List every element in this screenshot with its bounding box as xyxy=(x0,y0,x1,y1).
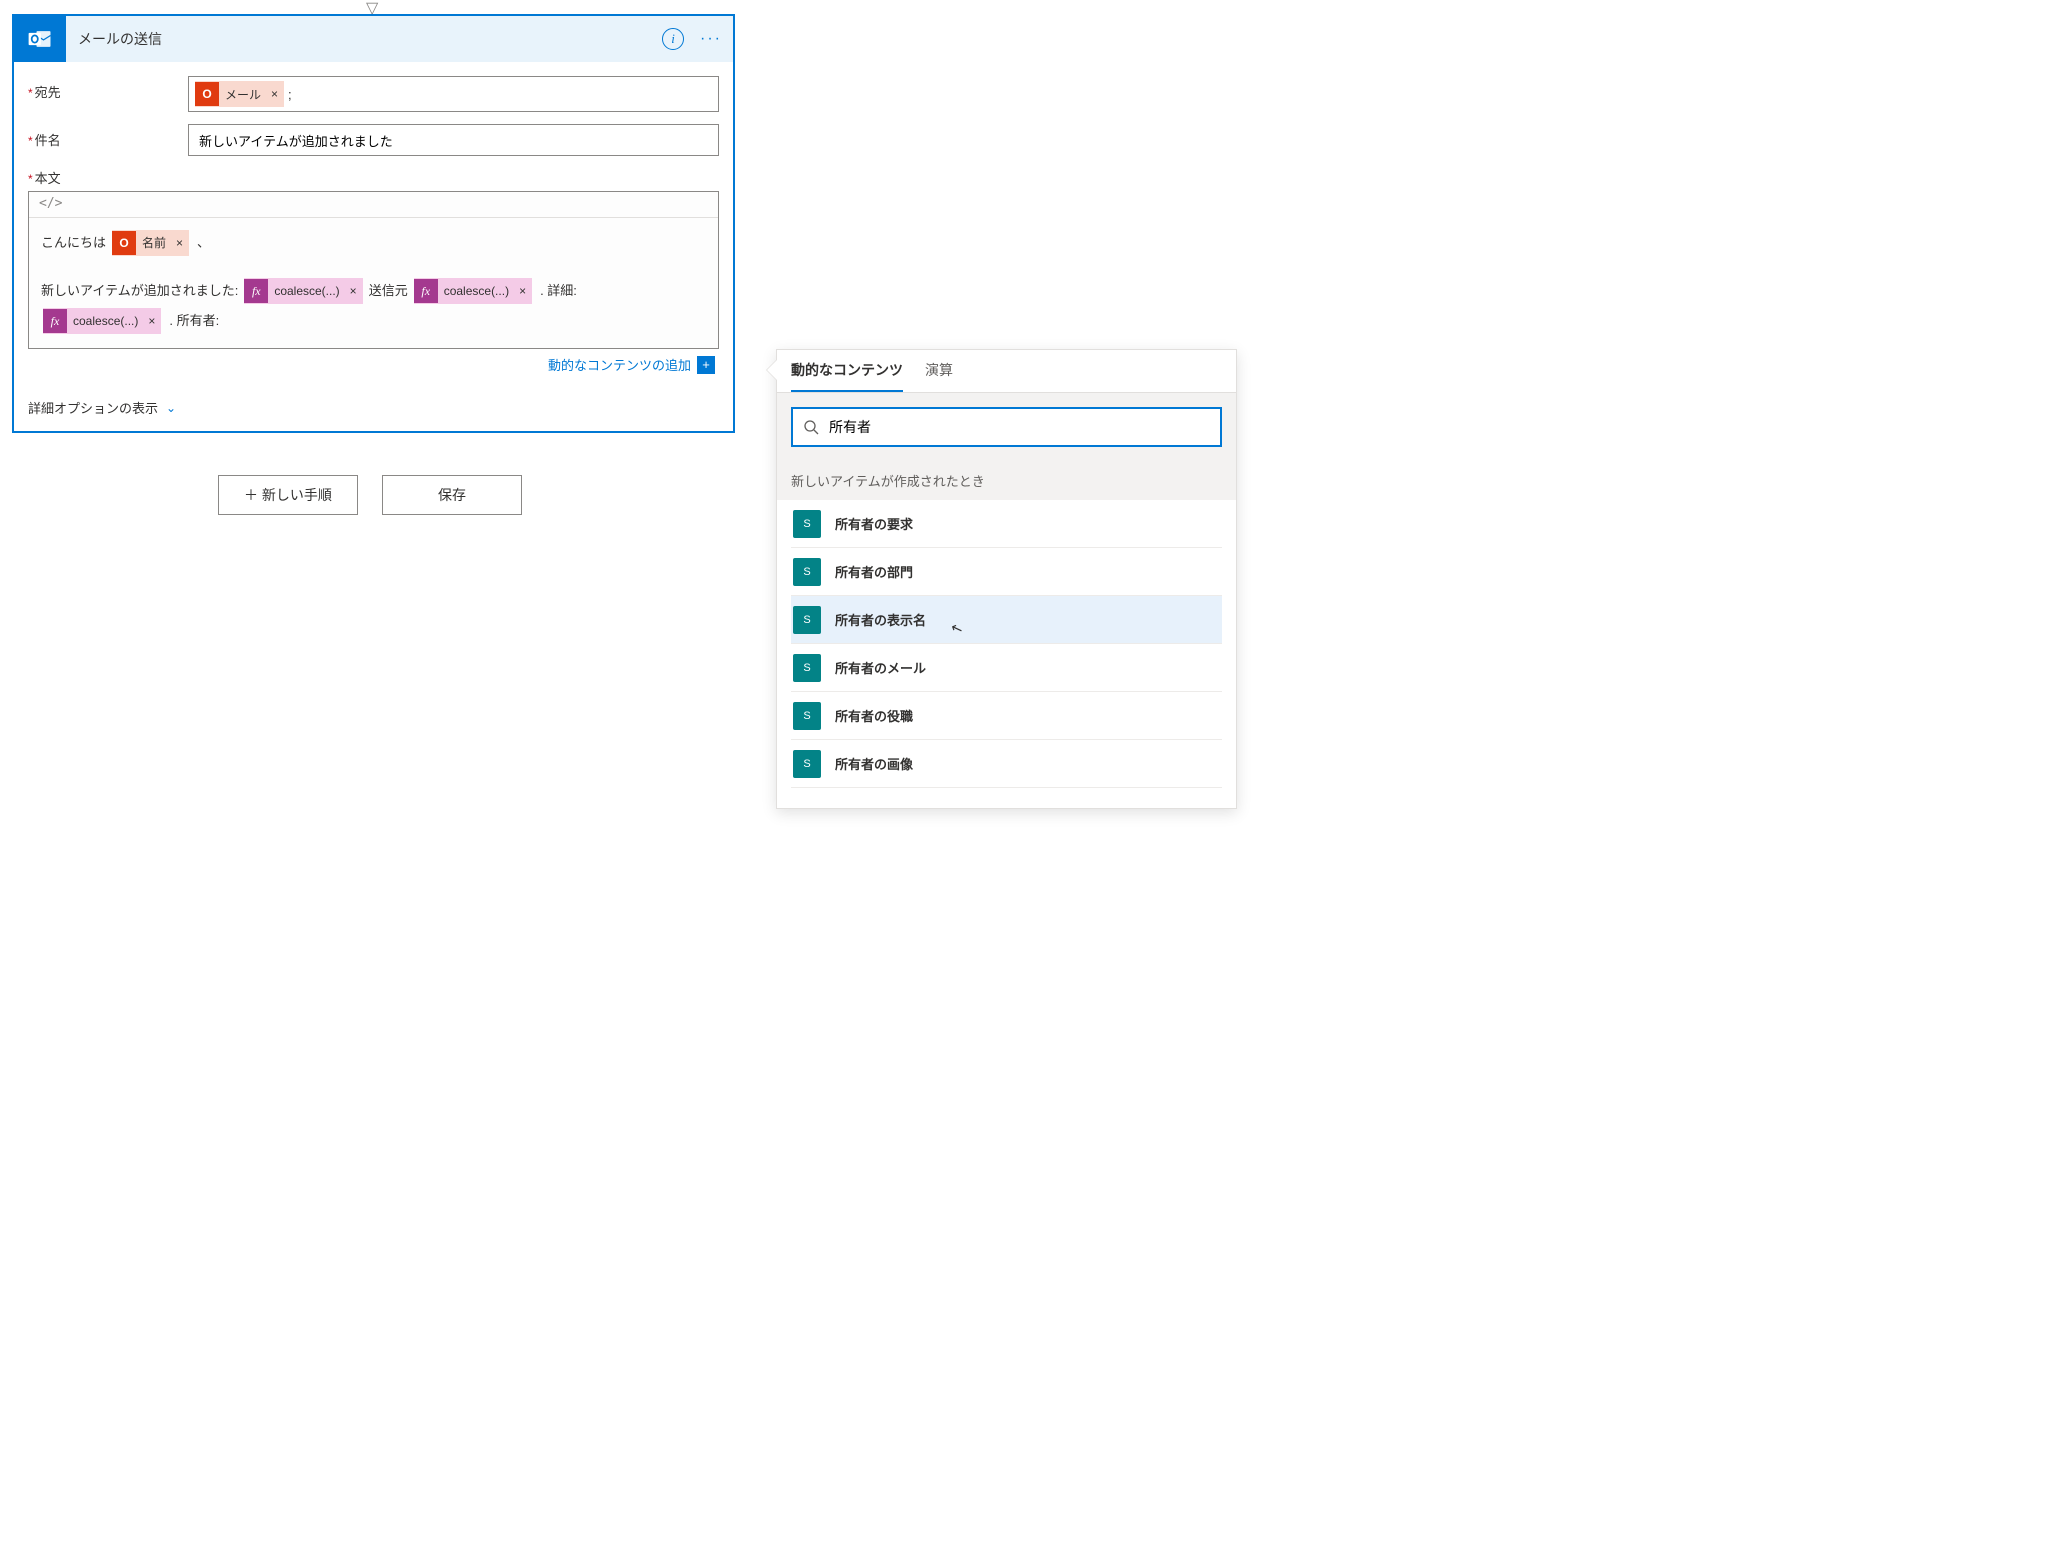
cursor-icon: ↖ xyxy=(948,619,965,639)
picker-item-label: 所有者の表示名 xyxy=(835,610,926,629)
sharepoint-icon: S xyxy=(793,606,821,634)
token-remove-icon[interactable]: × xyxy=(519,279,526,303)
subject-input[interactable] xyxy=(193,127,714,153)
show-advanced-label: 詳細オプションの表示 xyxy=(28,398,158,417)
body-token-name[interactable]: O 名前 × xyxy=(112,230,189,256)
picker-item-label: 所有者の部門 xyxy=(835,562,913,581)
picker-items: S所有者の要求S所有者の部門S所有者の表示名↖S所有者のメールS所有者の役職S所… xyxy=(777,500,1236,808)
picker-item-label: 所有者の役職 xyxy=(835,706,913,725)
tab-dynamic-content[interactable]: 動的なコンテンツ xyxy=(791,360,903,392)
token-remove-icon[interactable]: × xyxy=(271,87,278,101)
body-label: *本文 xyxy=(28,168,719,187)
to-separator: ; xyxy=(288,87,292,102)
fx-icon: fx xyxy=(244,279,268,303)
search-icon xyxy=(803,419,819,435)
action-title: メールの送信 xyxy=(66,29,657,49)
tab-expression[interactable]: 演算 xyxy=(925,360,953,392)
body-token-fx1[interactable]: fx coalesce(...) × xyxy=(244,278,362,304)
info-icon: i xyxy=(662,28,684,50)
picker-search-input[interactable] xyxy=(829,419,1210,435)
sharepoint-icon: S xyxy=(793,510,821,538)
subject-label: *件名 xyxy=(28,124,188,149)
sharepoint-icon: S xyxy=(793,654,821,682)
dynamic-content-picker: 動的なコンテンツ 演算 新しいアイテムが作成されたとき S 所有者の要求 S 所有者の… xyxy=(776,349,1237,809)
body-text: こんにちは xyxy=(41,230,106,256)
office-icon: O xyxy=(195,82,219,106)
body-text: 新しいアイテムが追加されました: xyxy=(41,278,238,304)
picker-item[interactable]: S 所有者の表示名 ↖ xyxy=(791,596,1222,644)
sharepoint-icon: S xyxy=(793,702,821,730)
to-field[interactable]: O メール × ; xyxy=(188,76,719,112)
picker-item-label: 所有者の画像 xyxy=(835,754,913,773)
picker-item[interactable]: S 所有者の部門 xyxy=(791,548,1222,596)
to-label: *宛先 xyxy=(28,76,188,101)
callout-pointer-icon xyxy=(767,360,777,380)
action-card-send-mail: メールの送信 i ··· *宛先 O メール × ; *件名 *本文 xyxy=(12,14,735,433)
outlook-icon xyxy=(14,16,66,62)
picker-tabs: 動的なコンテンツ 演算 xyxy=(777,350,1236,393)
chevron-down-icon: ⌄ xyxy=(166,401,176,415)
token-remove-icon[interactable]: × xyxy=(350,279,357,303)
fx-icon: fx xyxy=(43,309,67,333)
picker-section-header: 新しいアイテムが作成されたとき xyxy=(777,461,1236,500)
body-text: . 詳細: xyxy=(540,278,577,304)
body-text: 送信元 xyxy=(369,278,408,304)
body-token-fx3[interactable]: fx coalesce(...) × xyxy=(43,308,161,334)
body-token-fx2[interactable]: fx coalesce(...) × xyxy=(414,278,532,304)
picker-item[interactable]: S 所有者の役職 xyxy=(791,692,1222,740)
picker-item-label: 所有者の要求 xyxy=(835,514,913,533)
add-dynamic-content-label: 動的なコンテンツの追加 xyxy=(548,355,691,374)
body-text: 、 xyxy=(197,230,210,256)
add-dynamic-content-link[interactable]: 動的なコンテンツの追加 + xyxy=(548,355,715,374)
to-token-mail[interactable]: O メール × xyxy=(195,81,284,107)
show-advanced-options[interactable]: 詳細オプションの表示 ⌄ xyxy=(14,388,733,431)
token-label: coalesce(...) xyxy=(272,279,345,303)
token-label: coalesce(...) xyxy=(71,309,144,333)
body-editor[interactable]: </> こんにちは O 名前 × 、 新しいアイテムが追加されました: xyxy=(28,191,719,349)
flow-footer: ＋ 新しい手順 保存 xyxy=(218,475,522,515)
body-text: . 所有者: xyxy=(169,308,219,334)
token-label: 名前 xyxy=(140,231,172,255)
action-card-header[interactable]: メールの送信 i ··· xyxy=(14,16,733,62)
editor-toolbar[interactable]: </> xyxy=(29,192,718,218)
new-step-button[interactable]: ＋ 新しい手順 xyxy=(218,475,358,515)
save-button[interactable]: 保存 xyxy=(382,475,522,515)
info-button[interactable]: i xyxy=(657,23,689,55)
action-menu-button[interactable]: ··· xyxy=(695,23,727,55)
sharepoint-icon: S xyxy=(793,558,821,586)
picker-item[interactable]: S 所有者の要求 xyxy=(791,500,1222,548)
picker-item[interactable]: S 所有者のメール xyxy=(791,644,1222,692)
subject-field[interactable] xyxy=(188,124,719,156)
ellipsis-icon: ··· xyxy=(700,30,722,48)
plus-icon: + xyxy=(697,356,715,374)
token-remove-icon[interactable]: × xyxy=(148,309,155,333)
fx-icon: fx xyxy=(414,279,438,303)
picker-item[interactable]: S 所有者の画像 xyxy=(791,740,1222,788)
sharepoint-icon: S xyxy=(793,750,821,778)
body-content[interactable]: こんにちは O 名前 × 、 新しいアイテムが追加されました: fx xyxy=(29,218,718,348)
token-label: メール xyxy=(223,86,267,103)
office-icon: O xyxy=(112,231,136,255)
picker-search[interactable] xyxy=(791,407,1222,447)
token-remove-icon[interactable]: × xyxy=(176,231,183,255)
code-view-icon[interactable]: </> xyxy=(39,196,62,211)
picker-item-label: 所有者のメール xyxy=(835,658,926,677)
token-label: coalesce(...) xyxy=(442,279,515,303)
